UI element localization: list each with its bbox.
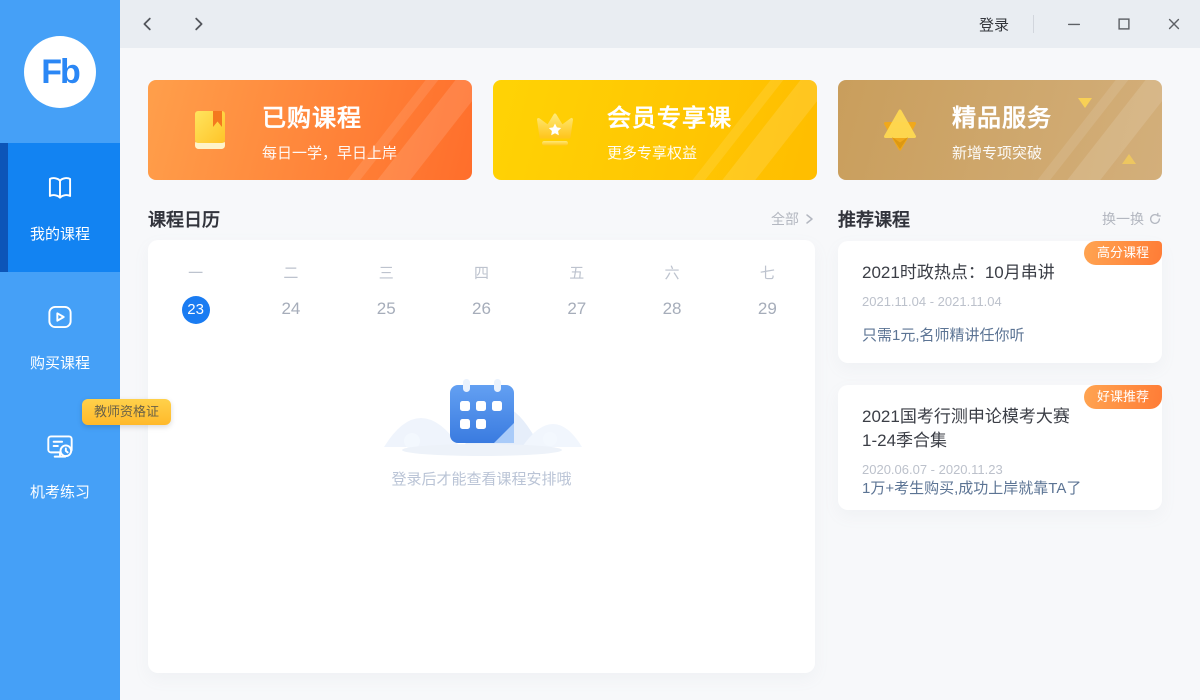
calendar-section-title: 课程日历 — [148, 210, 220, 230]
empty-calendar-illustration — [383, 379, 582, 456]
book-icon — [184, 104, 236, 156]
recommended-course-card[interactable]: 好课推荐 2021国考行测申论模考大赛 1-24季合集 2020.06.07 -… — [838, 385, 1162, 510]
weekday-label: 三 — [378, 265, 394, 282]
back-icon[interactable] — [138, 14, 158, 34]
maximize-icon[interactable] — [1114, 14, 1134, 34]
forward-icon[interactable] — [188, 14, 208, 34]
date-cell[interactable]: 28 — [624, 295, 719, 323]
banner-member-courses[interactable]: 会员专享课 更多专享权益 — [493, 80, 817, 180]
weekday-label: 五 — [569, 265, 585, 282]
banner-subtitle: 更多专享权益 — [607, 144, 698, 162]
date-cell[interactable]: 27 — [529, 295, 624, 323]
all-label: 全部 — [771, 211, 799, 227]
weekday-label: 六 — [664, 265, 680, 282]
sidebar-item-label: 购买课程 — [29, 355, 90, 372]
course-date-range: 2020.06.07 - 2020.11.23 — [862, 462, 1003, 477]
gem-star-icon — [874, 104, 926, 156]
banner-row: 已购课程 每日一学，早日上岸 会员专享课 更多专享权益 精品服务 新增专项突破 — [148, 80, 1162, 180]
date-cell-selected[interactable]: 23 — [148, 295, 243, 324]
sidebar-item-my-courses[interactable]: 我的课程 — [0, 143, 120, 272]
titlebar: 登录 — [120, 0, 1200, 48]
course-date-range: 2021.11.04 - 2021.11.04 — [862, 294, 1002, 309]
weekday-label: 二 — [283, 265, 299, 282]
banner-text: 已购课程 每日一学，早日上岸 — [262, 98, 397, 163]
recommended-course-card[interactable]: 高分课程 2021时政热点：10月串讲 2021.11.04 - 2021.11… — [838, 241, 1162, 363]
course-badge: 好课推荐 — [1083, 385, 1162, 409]
refresh-icon — [1149, 212, 1161, 225]
triangle-decor — [1078, 98, 1092, 108]
play-video-icon — [43, 300, 77, 338]
banner-purchased-courses[interactable]: 已购课程 每日一学，早日上岸 — [148, 80, 472, 180]
app-logo: Fb — [24, 36, 96, 108]
banner-subtitle: 每日一学，早日上岸 — [262, 144, 398, 162]
teacher-cert-tooltip: 教师资格证 — [82, 399, 172, 425]
date-cell[interactable]: 26 — [434, 295, 529, 323]
calendar-card: 一 二 三 四 五 六 七 23 24 25 26 27 28 29 登录后才能… — [148, 240, 815, 673]
titlebar-divider — [1033, 15, 1034, 33]
chevron-right-icon — [806, 214, 813, 224]
history-nav — [120, 14, 208, 34]
calendar-empty-state: 登录后才能查看课程安排哦 — [148, 359, 815, 489]
banner-text: 精品服务 新增专项突破 — [952, 98, 1052, 163]
weekday-label: 七 — [759, 265, 775, 282]
course-description: 1万+考生购买,成功上岸就靠TA了 — [862, 480, 1082, 497]
banner-title: 已购课程 — [262, 104, 362, 132]
weekday-label: 一 — [188, 265, 204, 282]
empty-state-text: 登录后才能查看课程安排哦 — [391, 471, 572, 488]
weekday-row: 一 二 三 四 五 六 七 — [148, 240, 815, 283]
calendar-header-row: 课程日历 全部 — [148, 206, 815, 232]
sidebar: Fb 我的课程 购买课程 机考练习 — [0, 0, 120, 700]
sidebar-item-label: 机考练习 — [29, 484, 90, 501]
course-badge: 高分课程 — [1083, 241, 1162, 265]
date-cell[interactable]: 29 — [720, 295, 815, 323]
login-button[interactable]: 登录 — [979, 14, 1009, 35]
banner-premium-services[interactable]: 精品服务 新增专项突破 — [838, 80, 1162, 180]
window-controls — [1064, 14, 1200, 34]
close-icon[interactable] — [1164, 14, 1184, 34]
weekday-label: 四 — [473, 265, 489, 282]
calendar-all-link[interactable]: 全部 — [771, 209, 815, 229]
sidebar-item-buy-courses[interactable]: 购买课程 — [0, 272, 120, 401]
minimize-icon[interactable] — [1064, 14, 1084, 34]
logo-text: Fb — [41, 52, 81, 91]
course-title: 2021国考行测申论模考大赛 1-24季合集 — [862, 407, 1070, 450]
sidebar-item-label: 我的课程 — [29, 226, 90, 243]
sidebar-nav: 我的课程 购买课程 机考练习 — [0, 143, 120, 530]
banner-title: 会员专享课 — [607, 104, 732, 132]
crown-icon — [529, 104, 581, 156]
triangle-decor — [1122, 154, 1136, 164]
recommend-header-row: 推荐课程 换一换 — [838, 206, 1162, 232]
banner-title: 精品服务 — [952, 104, 1052, 132]
banner-text: 会员专享课 更多专享权益 — [607, 98, 732, 163]
computer-exam-icon — [43, 429, 77, 467]
banner-subtitle: 新增专项突破 — [952, 144, 1043, 162]
recommend-section-title: 推荐课程 — [838, 210, 910, 230]
date-cell[interactable]: 24 — [243, 295, 338, 323]
open-book-icon — [43, 171, 77, 209]
course-description: 只需1元,名师精讲任你听 — [862, 327, 1025, 344]
refresh-recommend-button[interactable]: 换一换 — [1102, 209, 1162, 229]
app-window: Fb 我的课程 购买课程 机考练习 教师资格证 登录 已购课程 每日一学，早日上… — [0, 0, 1200, 700]
date-cell[interactable]: 25 — [339, 295, 434, 323]
refresh-label: 换一换 — [1102, 211, 1144, 227]
date-row: 23 24 25 26 27 28 29 — [148, 295, 815, 324]
